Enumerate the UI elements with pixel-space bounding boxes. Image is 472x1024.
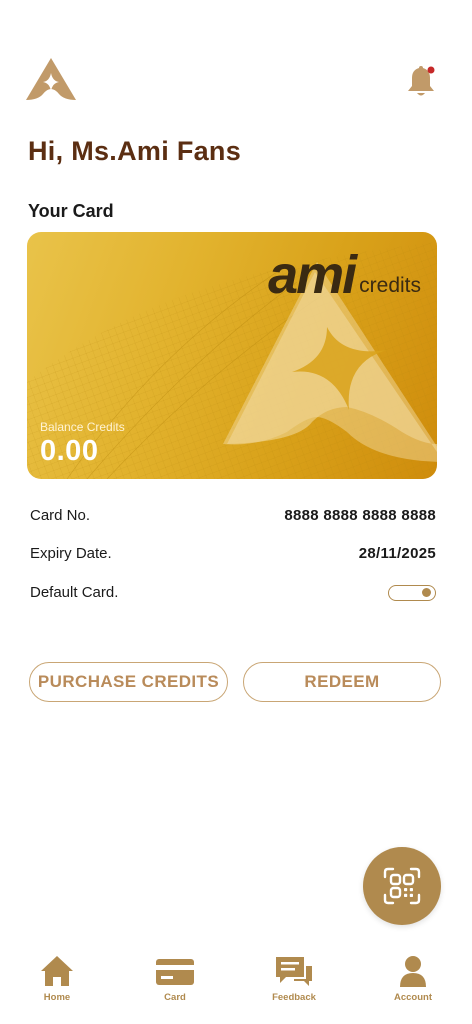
balance-value: 0.00 [40, 435, 99, 467]
credit-card[interactable]: ami credits Balance Credits 0.00 [27, 232, 437, 479]
notification-badge [427, 66, 435, 74]
card-icon [156, 959, 194, 985]
card-number-label: Card No. [30, 507, 91, 524]
brand-name: ami [268, 245, 357, 305]
nav-label-home: Home [43, 992, 71, 1003]
default-card-label: Default Card. [30, 584, 119, 601]
brand-suffix: credits [359, 274, 421, 297]
purchase-credits-button[interactable]: PURCHASE CREDITS [29, 662, 228, 702]
qr-scan-button[interactable] [363, 847, 441, 925]
nav-label-feedback: Feedback [272, 992, 316, 1003]
expiry-value: 28/11/2025 [358, 545, 436, 562]
toggle-knob [422, 588, 431, 597]
nav-item-card[interactable]: Card [130, 954, 220, 1003]
balance-label: Balance Credits [40, 420, 125, 434]
default-card-row: Default Card. [30, 584, 436, 601]
qr-scan-icon [383, 867, 421, 905]
ami-logo-icon [24, 56, 78, 104]
greeting-text: Hi, Ms.Ami Fans [28, 136, 242, 166]
expiry-label: Expiry Date. [30, 545, 112, 562]
account-icon [400, 956, 426, 987]
feedback-icon [276, 957, 312, 986]
nav-item-account[interactable]: Account [368, 954, 458, 1003]
expiry-row: Expiry Date. 28/11/2025 [30, 545, 436, 562]
nav-label-account: Account [394, 992, 432, 1003]
nav-item-home[interactable]: Home [12, 954, 102, 1003]
redeem-button[interactable]: REDEEM [243, 662, 441, 702]
your-card-title: Your Card [28, 201, 114, 221]
card-number-value: 8888 8888 8888 8888 [284, 507, 436, 524]
bottom-navigation: Home Card Feedback Account [0, 948, 472, 1024]
nav-item-feedback[interactable]: Feedback [249, 954, 339, 1003]
card-brand: ami credits [268, 248, 421, 302]
bell-icon [408, 66, 435, 96]
notification-bell-button[interactable] [402, 64, 440, 100]
nav-label-card: Card [164, 992, 186, 1003]
card-number-row: Card No. 8888 8888 8888 8888 [30, 507, 436, 524]
home-icon [41, 956, 73, 986]
default-card-toggle[interactable] [388, 584, 436, 601]
